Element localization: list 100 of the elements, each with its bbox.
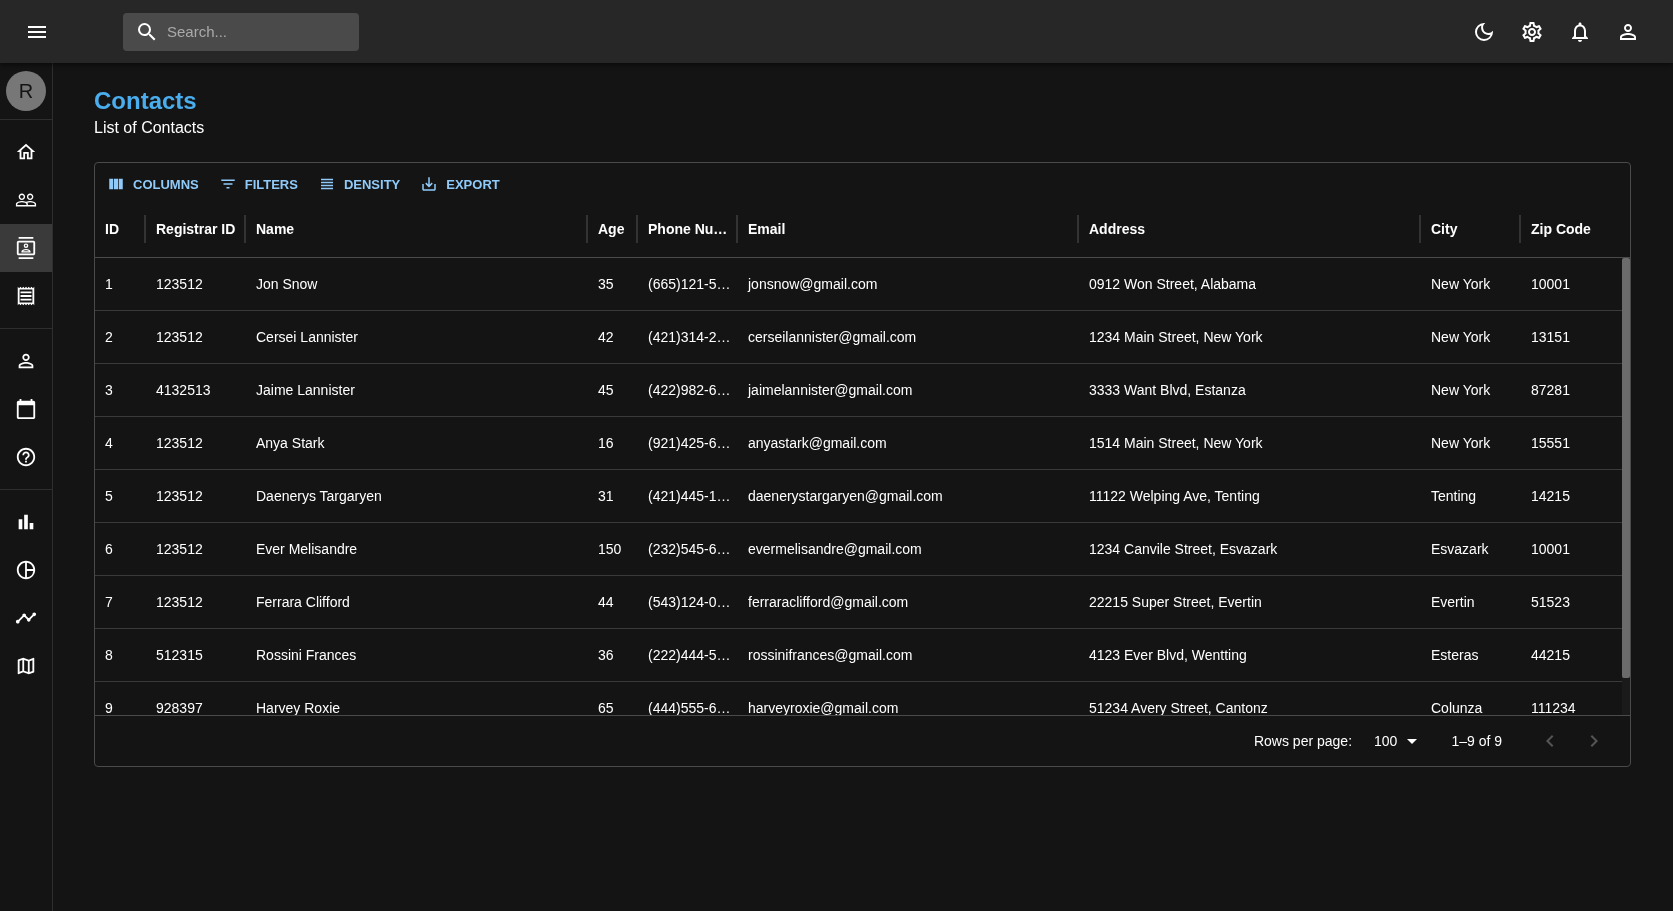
- receipt-icon: [15, 285, 37, 307]
- address-cell-text: 4123 Ever Blvd, Wentting: [1088, 646, 1248, 665]
- email-cell-text: rossinifrances@gmail.com: [747, 646, 914, 665]
- name-cell-text: Rossini Frances: [255, 646, 358, 665]
- age-cell-text: 65: [597, 699, 615, 715]
- city-cell-text: New York: [1430, 275, 1492, 294]
- age-cell-text: 16: [597, 434, 615, 453]
- address-cell-text: 0912 Won Street, Alabama: [1088, 275, 1258, 294]
- zip-code-cell-text: 13151: [1530, 328, 1571, 347]
- zip-code-cell-text: 51523: [1530, 593, 1571, 612]
- city-cell-text: New York: [1430, 434, 1492, 453]
- column-header[interactable]: City: [1421, 215, 1521, 243]
- name-cell-text: Daenerys Targaryen: [255, 487, 383, 506]
- toolbar-button[interactable]: DENSITY: [309, 171, 409, 197]
- age-cell-text: 35: [597, 275, 615, 294]
- column-header[interactable]: Phone Nu…: [638, 215, 738, 243]
- id-cell-text: 8: [104, 646, 114, 665]
- phone-cell-text: (665)121-5…: [647, 275, 732, 294]
- zip-code-cell-text: 44215: [1530, 646, 1571, 665]
- age-cell-text: 44: [597, 593, 615, 612]
- phone-cell-text: (444)555-6…: [647, 699, 732, 715]
- toolbar-button[interactable]: EXPORT: [412, 171, 508, 197]
- id-cell-text: 4: [104, 434, 114, 453]
- id-cell-text: 1: [104, 275, 114, 294]
- city-cell-text: New York: [1430, 381, 1492, 400]
- avatar[interactable]: R: [6, 71, 46, 111]
- name-cell-text: Ever Melisandre: [255, 540, 359, 559]
- email-cell-text: daenerystargaryen@gmail.com: [747, 487, 944, 506]
- email-cell-text: harveyroxie@gmail.com: [747, 699, 900, 715]
- registrar-id-cell-text: 123512: [155, 434, 204, 453]
- phone-cell-text: (921)425-6…: [647, 434, 732, 453]
- phone-cell-text: (421)314-2…: [647, 328, 732, 347]
- id-cell-text: 3: [104, 381, 114, 400]
- phone-cell-text: (222)444-5…: [647, 646, 732, 665]
- zip-code-cell-text: 111234: [1530, 699, 1577, 715]
- settings-icon: [1520, 19, 1544, 44]
- calendar-icon: [15, 398, 37, 420]
- column-header[interactable]: Email: [738, 215, 1079, 243]
- registrar-id-cell-text: 4132513: [155, 381, 212, 400]
- toolbar-button[interactable]: COLUMNS: [99, 171, 207, 197]
- caret-icon: [1407, 738, 1418, 744]
- registrar-id-cell-text: 512315: [155, 646, 204, 665]
- id-cell-text: 2: [104, 328, 114, 347]
- email-cell-text: ferraraclifford@gmail.com: [747, 593, 910, 612]
- registrar-id-cell-text: 928397: [155, 699, 204, 715]
- zip-code-cell-text: 15551: [1530, 434, 1571, 453]
- id-cell-text: 5: [104, 487, 114, 506]
- column-header[interactable]: Age: [588, 215, 638, 243]
- id-cell-text: 6: [104, 540, 114, 559]
- address-cell-text: 11122 Welping Ave, Tenting: [1088, 487, 1261, 506]
- rows-per-page-select[interactable]: 100: [1368, 732, 1424, 750]
- id-cell-text: 7: [104, 593, 114, 612]
- city-cell-text: Colunza: [1430, 699, 1484, 715]
- page-subtitle: List of Contacts: [94, 119, 206, 137]
- phone-cell-text: (543)124-0…: [647, 593, 732, 612]
- name-cell-text: Cersei Lannister: [255, 328, 359, 347]
- scrollbar[interactable]: [1622, 258, 1630, 715]
- column-header[interactable]: Registrar ID: [146, 215, 246, 243]
- email-cell-text: jaimelannister@gmail.com: [746, 381, 914, 400]
- zip-code-cell-text: 10001: [1530, 540, 1571, 559]
- download-icon: [420, 175, 439, 193]
- rows-per-page-label: Rows per page:: [1253, 733, 1353, 749]
- city-cell-text: Esvazark: [1430, 540, 1490, 559]
- address-cell-text: 1514 Main Street, New York: [1088, 434, 1264, 453]
- registrar-id-cell-text: 123512: [155, 487, 204, 506]
- address-cell-text: 51234 Avery Street, Cantonz: [1088, 699, 1269, 715]
- age-cell-text: 45: [597, 381, 615, 400]
- search-field[interactable]: Search...: [167, 12, 347, 51]
- name-cell-text: Ferrara Clifford: [255, 593, 351, 612]
- age-cell-text: 150: [597, 540, 623, 559]
- search-bar[interactable]: Search...: [123, 12, 359, 51]
- age-cell-text: 42: [597, 328, 615, 347]
- email-cell-text: evermelisandre@gmail.com: [747, 540, 923, 559]
- name-cell-text: Jaime Lannister: [255, 381, 356, 400]
- column-header[interactable]: Zip Code: [1521, 215, 1618, 243]
- toolbar-button[interactable]: FILTERS: [210, 171, 306, 197]
- phone-cell-text: (232)545-6…: [647, 540, 732, 559]
- address-cell-text: 22215 Super Street, Evertin: [1088, 593, 1263, 612]
- sidebar-item[interactable]: [0, 224, 52, 272]
- name-cell-text: Jon Snow: [255, 275, 319, 294]
- pie-chart-icon: [15, 559, 37, 581]
- column-header[interactable]: Name: [246, 215, 588, 243]
- column-header[interactable]: ID: [95, 215, 146, 243]
- page-range: 1–9 of 9: [1451, 733, 1502, 749]
- help-icon: [15, 446, 37, 468]
- column-header[interactable]: Address: [1079, 215, 1421, 243]
- city-cell-text: Evertin: [1430, 593, 1476, 612]
- registrar-id-cell-text: 123512: [155, 275, 204, 294]
- name-cell-text: Harvey Roxie: [255, 699, 342, 715]
- city-cell-text: New York: [1430, 328, 1492, 347]
- zip-code-cell-text: 10001: [1530, 275, 1571, 294]
- address-cell-text: 3333 Want Blvd, Estanza: [1088, 381, 1247, 400]
- age-cell-text: 36: [597, 646, 615, 665]
- contact-card-icon: [15, 237, 37, 259]
- registrar-id-cell-text: 123512: [155, 540, 204, 559]
- phone-cell-text: (421)445-1…: [647, 487, 732, 506]
- city-cell-text: Esteras: [1430, 646, 1480, 665]
- address-cell-text: 1234 Main Street, New York: [1088, 328, 1264, 347]
- address-cell-text: 1234 Canvile Street, Esvazark: [1088, 540, 1279, 559]
- name-cell-text: Anya Stark: [255, 434, 326, 453]
